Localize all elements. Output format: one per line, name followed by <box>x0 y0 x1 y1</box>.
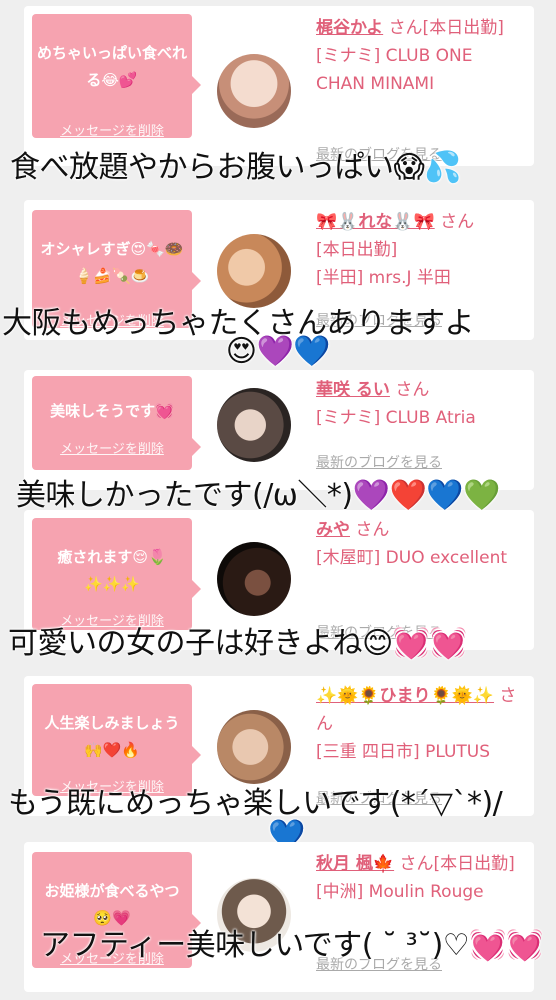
message-text: 美味しそうです💓 <box>50 402 174 420</box>
avatar[interactable] <box>217 234 291 308</box>
cast-name-link[interactable]: 秋月 楓🍁 <box>316 854 394 874</box>
store-name: [木屋町] DUO excellent <box>316 548 508 568</box>
caption-text: アフティー美味しいです( ˘ ³˘)♡💓💓 <box>40 928 543 963</box>
message-text: 癒されます😌🌷✨✨✨ <box>57 548 167 593</box>
cast-name-link[interactable]: 梶谷かよ <box>316 18 383 38</box>
cast-name-link[interactable]: 🎀🐰れな🐰🎀 <box>316 212 435 232</box>
cast-info: 🎀🐰れな🐰🎀 さん [本日出勤] [半田] mrs.J 半田 <box>316 208 524 292</box>
message-text: オシャレすぎ😍🍬🍩🍦🍰🍡🍮 <box>40 240 184 285</box>
cast-status: さん <box>440 212 475 232</box>
caption-text: 可愛いの女の子は好きよね😊💓💓 <box>8 626 467 661</box>
store-name: [半田] mrs.J 半田 <box>316 268 451 288</box>
message-card: お姫様が食べるやつ🥺💗 メッセージを削除 秋月 楓🍁 さん[本日出勤] [中洲]… <box>24 842 534 992</box>
store-name: [ミナミ] CLUB Atria <box>316 408 476 428</box>
message-bubble: めちゃいっぱい食べれる😂💕 メッセージを削除 <box>32 14 201 139</box>
cast-info: みや さん [木屋町] DUO excellent <box>316 516 524 572</box>
avatar[interactable] <box>217 54 291 128</box>
cast-info: 秋月 楓🍁 さん[本日出勤] [中洲] Moulin Rouge <box>316 850 524 906</box>
message-text: めちゃいっぱい食べれる😂💕 <box>36 44 187 89</box>
caption-text: もう既にめっちゃ楽しいです(*´▽`*)/ <box>8 786 503 821</box>
cast-info: ✨🌞🌻ひまり🌻🌞✨ さん [三重 四日市] PLUTUS <box>316 682 524 766</box>
cast-status: さん <box>355 520 390 540</box>
message-bubble: 美味しそうです💓 メッセージを削除 <box>32 376 201 470</box>
cast-info: 華咲 るい さん [ミナミ] CLUB Atria <box>316 376 524 432</box>
cast-status: さん[本日出勤] <box>388 18 504 38</box>
cast-status-extra: [本日出勤] <box>316 240 398 260</box>
store-name: [中洲] Moulin Rouge <box>316 882 484 902</box>
cast-status: さん <box>395 380 430 400</box>
caption-text-line2: 😍💜💙 <box>225 334 331 369</box>
cast-name-link[interactable]: ✨🌞🌻ひまり🌻🌞✨ <box>316 686 494 706</box>
cast-name-link[interactable]: 華咲 るい <box>316 380 390 400</box>
caption-text: 美味しかったです(/ω＼*)💜❤️💙💚 <box>16 478 501 513</box>
cast-name-link[interactable]: みや <box>316 520 350 540</box>
store-name: [ミナミ] CLUB ONE CHAN MINAMI <box>316 46 473 94</box>
delete-message-link[interactable]: メッセージを削除 <box>32 120 192 139</box>
cast-status: さん[本日出勤] <box>399 854 515 874</box>
latest-blog-link[interactable]: 最新のブログを見る <box>316 452 442 472</box>
message-text: 人生楽しみましょう🙌❤️🔥 <box>44 714 180 759</box>
avatar[interactable] <box>217 388 291 462</box>
cast-info: 梶谷かよ さん[本日出勤] [ミナミ] CLUB ONE CHAN MINAMI <box>316 14 524 98</box>
caption-text: 食べ放題やからお腹いっぱい😱💦 <box>10 150 462 185</box>
avatar[interactable] <box>217 542 291 616</box>
message-bubble: 癒されます😌🌷✨✨✨ メッセージを削除 <box>32 518 201 630</box>
store-name: [三重 四日市] PLUTUS <box>316 742 491 762</box>
avatar[interactable] <box>217 710 291 784</box>
delete-message-link[interactable]: メッセージを削除 <box>32 438 192 457</box>
